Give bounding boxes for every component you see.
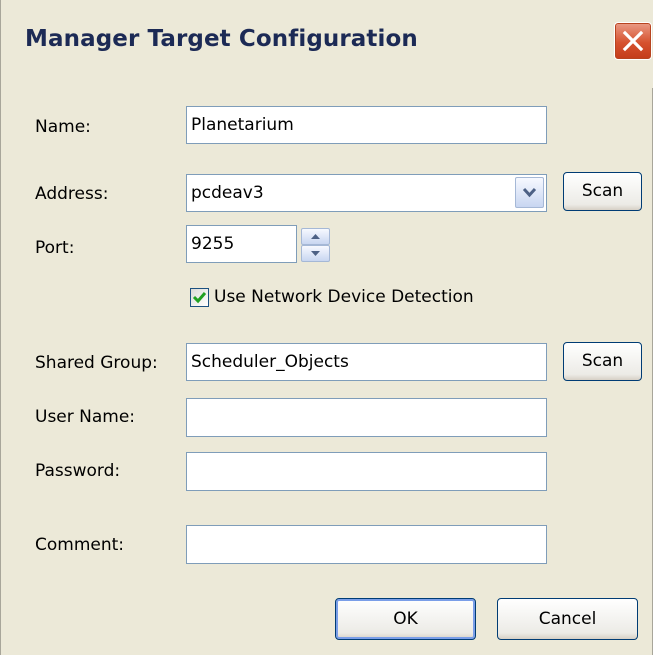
port-label: Port:: [35, 238, 75, 258]
name-input[interactable]: Planetarium: [186, 106, 547, 144]
password-label: Password:: [35, 461, 121, 481]
close-button[interactable]: [614, 22, 652, 60]
comment-label: Comment:: [35, 535, 125, 555]
port-increment-button[interactable]: [301, 228, 330, 245]
title-bar: Manager Target Configuration: [1, 0, 653, 88]
password-input[interactable]: [186, 452, 547, 491]
address-dropdown-button[interactable]: [515, 177, 544, 208]
chevron-down-icon: [522, 187, 537, 198]
dialog-title: Manager Target Configuration: [25, 26, 418, 52]
port-decrement-button[interactable]: [301, 245, 330, 262]
name-label: Name:: [35, 117, 91, 137]
close-x-icon: [622, 30, 644, 52]
address-combobox[interactable]: pcdeav3: [186, 174, 547, 212]
user-name-label: User Name:: [35, 407, 136, 427]
address-scan-button[interactable]: Scan: [563, 172, 642, 211]
shared-group-input[interactable]: Scheduler_Objects: [186, 343, 547, 381]
address-label: Address:: [35, 184, 109, 204]
user-name-input[interactable]: [186, 398, 547, 437]
checkmark-icon: [192, 292, 207, 304]
manager-target-configuration-dialog: Manager Target Configuration Name: Plane…: [0, 0, 653, 655]
comment-input[interactable]: [186, 525, 547, 564]
port-input[interactable]: 9255: [186, 225, 297, 263]
ok-button[interactable]: OK: [335, 598, 476, 640]
arrow-up-icon: [311, 234, 320, 239]
network-detection-label[interactable]: Use Network Device Detection: [214, 287, 474, 307]
cancel-button[interactable]: Cancel: [497, 598, 638, 640]
network-detection-checkbox[interactable]: [190, 288, 209, 307]
shared-group-scan-button[interactable]: Scan: [563, 342, 642, 381]
shared-group-label: Shared Group:: [35, 353, 158, 373]
arrow-down-icon: [311, 251, 320, 256]
